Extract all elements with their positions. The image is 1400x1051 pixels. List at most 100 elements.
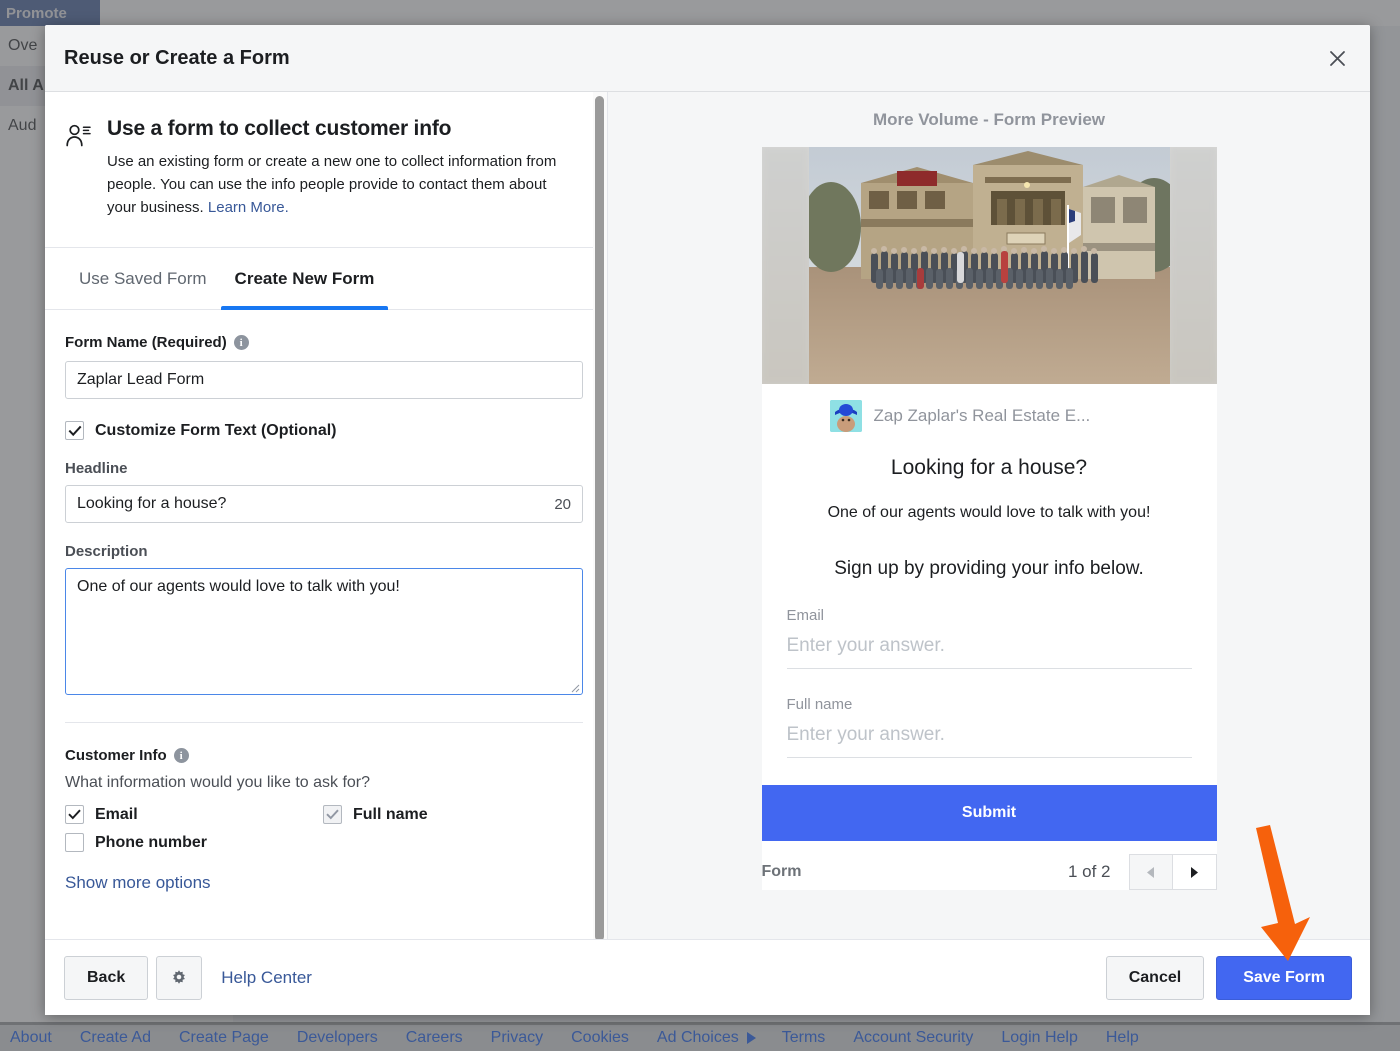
dialog-footer: Back Help Center Cancel Save Form bbox=[45, 939, 1370, 1015]
info-icon[interactable]: i bbox=[173, 748, 189, 763]
form-preview-card: Zap Zaplar's Real Estate E... Looking fo… bbox=[761, 147, 1217, 890]
option-label: Email bbox=[95, 805, 138, 823]
intro-heading: Use a form to collect customer info bbox=[107, 117, 452, 140]
ad-choices-icon bbox=[746, 1032, 756, 1044]
chevron-left-icon[interactable] bbox=[1128, 854, 1173, 890]
headline-value: Looking for a house? bbox=[77, 495, 227, 512]
description-value: One of our agents would love to talk wit… bbox=[77, 578, 400, 595]
close-icon[interactable] bbox=[1322, 43, 1352, 73]
info-icon[interactable]: i bbox=[233, 335, 249, 350]
preview-field-placeholder[interactable]: Enter your answer. bbox=[786, 724, 1192, 758]
customer-info-column-left: Email Phone number bbox=[65, 805, 323, 861]
tab-label: Create New Form bbox=[234, 268, 375, 288]
reuse-or-create-form-dialog: Reuse or Create a Form Use a form to col… bbox=[45, 25, 1370, 1015]
full-name-checkbox bbox=[323, 805, 342, 824]
customize-form-text-row[interactable]: Customize Form Text (Optional) bbox=[65, 421, 587, 440]
form-name-value: Zaplar Lead Form bbox=[77, 371, 205, 388]
save-form-button[interactable]: Save Form bbox=[1216, 955, 1352, 1000]
customer-info-question: What information would you like to ask f… bbox=[65, 774, 371, 791]
description-textarea[interactable]: One of our agents would love to talk wit… bbox=[65, 568, 583, 695]
footer-link-about[interactable]: About bbox=[10, 1029, 52, 1047]
hero-blur-left bbox=[761, 147, 809, 384]
preview-field-label: Full name bbox=[786, 696, 853, 713]
learn-more-link[interactable]: Learn More. bbox=[208, 199, 289, 216]
preview-description: One of our agents would love to talk wit… bbox=[827, 504, 1151, 521]
intro-section: Use a form to collect customer info Use … bbox=[45, 92, 607, 248]
form-editor-pane: Use a form to collect customer info Use … bbox=[45, 92, 608, 939]
tab-use-saved-form[interactable]: Use Saved Form bbox=[65, 248, 221, 309]
headline-char-counter: 20 bbox=[554, 495, 571, 513]
cancel-button[interactable]: Cancel bbox=[1105, 955, 1205, 1000]
gear-icon[interactable] bbox=[156, 955, 203, 1000]
dialog-header: Reuse or Create a Form bbox=[45, 25, 1370, 92]
customer-info-label-row: Customer Info i bbox=[65, 747, 587, 764]
preview-signup-text: Sign up by providing your info below. bbox=[834, 558, 1144, 579]
customize-form-text-label: Customize Form Text (Optional) bbox=[95, 421, 337, 439]
show-more-options-link[interactable]: Show more options bbox=[65, 873, 587, 893]
preview-field-full-name: Full name Enter your answer. bbox=[762, 696, 1217, 758]
customer-info-options: Email Phone number Full name bbox=[65, 805, 587, 861]
option-label: Full name bbox=[353, 805, 428, 823]
form-editor-scrollbar-thumb[interactable] bbox=[595, 96, 604, 939]
preview-title: More Volume - Form Preview bbox=[872, 110, 1106, 129]
footer-link-account-security[interactable]: Account Security bbox=[853, 1029, 973, 1047]
resize-grip-icon[interactable] bbox=[568, 680, 580, 693]
hero-image bbox=[761, 147, 1217, 384]
tab-label: Use Saved Form bbox=[79, 268, 207, 288]
help-center-link[interactable]: Help Center bbox=[221, 968, 312, 988]
footer-link-careers[interactable]: Careers bbox=[406, 1029, 463, 1047]
dialog-title: Reuse or Create a Form bbox=[64, 46, 290, 69]
page-footer: About Create Ad Create Page Developers C… bbox=[0, 1025, 1400, 1051]
preview-submit-button[interactable]: Submit bbox=[761, 785, 1217, 841]
preview-pager: Form 1 of 2 bbox=[762, 841, 1217, 890]
group-photo-western-town bbox=[808, 147, 1170, 384]
footer-link-create-ad[interactable]: Create Ad bbox=[80, 1029, 151, 1047]
footer-link-login-help[interactable]: Login Help bbox=[1001, 1029, 1078, 1047]
pager-label: Form bbox=[761, 863, 802, 880]
form-preview-body: Zap Zaplar's Real Estate E... Looking fo… bbox=[761, 384, 1217, 841]
preview-field-placeholder[interactable]: Enter your answer. bbox=[786, 635, 1192, 669]
form-editor-scroll-region[interactable]: Use a form to collect customer info Use … bbox=[45, 92, 607, 939]
person-list-icon bbox=[65, 117, 91, 219]
business-name: Zap Zaplar's Real Estate E... bbox=[873, 406, 1091, 425]
form-mode-tabs: Use Saved Form Create New Form bbox=[45, 248, 607, 310]
customize-form-text-checkbox[interactable] bbox=[65, 421, 84, 440]
intro-body: Use an existing form or create a new one… bbox=[107, 150, 577, 219]
email-checkbox[interactable] bbox=[65, 805, 84, 824]
dialog-body: Use a form to collect customer info Use … bbox=[45, 92, 1370, 939]
form-name-input[interactable]: Zaplar Lead Form bbox=[65, 361, 583, 399]
headline-input[interactable]: Looking for a house? 20 bbox=[65, 485, 583, 523]
form-preview-pane: More Volume - Form Preview Zap Zaplar's … bbox=[608, 92, 1370, 939]
avatar bbox=[829, 400, 862, 432]
phone-number-checkbox[interactable] bbox=[65, 833, 84, 852]
headline-label: Headline bbox=[65, 460, 128, 477]
form-name-label: Form Name (Required) bbox=[65, 334, 227, 351]
section-divider bbox=[65, 722, 583, 723]
footer-link-help[interactable]: Help bbox=[1106, 1029, 1139, 1047]
option-phone-number[interactable]: Phone number bbox=[65, 833, 323, 852]
footer-link-ad-choices[interactable]: Ad Choices bbox=[657, 1029, 739, 1047]
footer-link-privacy[interactable]: Privacy bbox=[491, 1029, 543, 1047]
customer-info-label: Customer Info bbox=[65, 747, 167, 764]
form-name-label-row: Form Name (Required) i bbox=[65, 334, 587, 351]
intro-body-text: Use an existing form or create a new one… bbox=[107, 153, 557, 216]
pager-count: 1 of 2 bbox=[1067, 862, 1111, 881]
tab-create-new-form[interactable]: Create New Form bbox=[220, 248, 389, 310]
footer-link-create-page[interactable]: Create Page bbox=[179, 1029, 269, 1047]
option-full-name: Full name bbox=[323, 805, 581, 824]
option-email[interactable]: Email bbox=[65, 805, 323, 824]
footer-link-cookies[interactable]: Cookies bbox=[571, 1029, 629, 1047]
customer-info-column-right: Full name bbox=[323, 805, 581, 861]
footer-link-terms[interactable]: Terms bbox=[782, 1029, 826, 1047]
business-row: Zap Zaplar's Real Estate E... bbox=[762, 384, 1217, 432]
chevron-right-icon[interactable] bbox=[1172, 854, 1217, 890]
preview-field-label: Email bbox=[786, 607, 825, 624]
preview-field-email: Email Enter your answer. bbox=[762, 607, 1217, 669]
option-label: Phone number bbox=[95, 833, 208, 851]
preview-headline: Looking for a house? bbox=[890, 456, 1088, 479]
back-button[interactable]: Back bbox=[64, 955, 149, 1000]
footer-link-developers[interactable]: Developers bbox=[297, 1029, 378, 1047]
form-editor-scrollbar-track[interactable] bbox=[593, 92, 607, 939]
description-label: Description bbox=[65, 543, 148, 560]
new-form-fields: Form Name (Required) i Zaplar Lead Form … bbox=[45, 310, 607, 893]
